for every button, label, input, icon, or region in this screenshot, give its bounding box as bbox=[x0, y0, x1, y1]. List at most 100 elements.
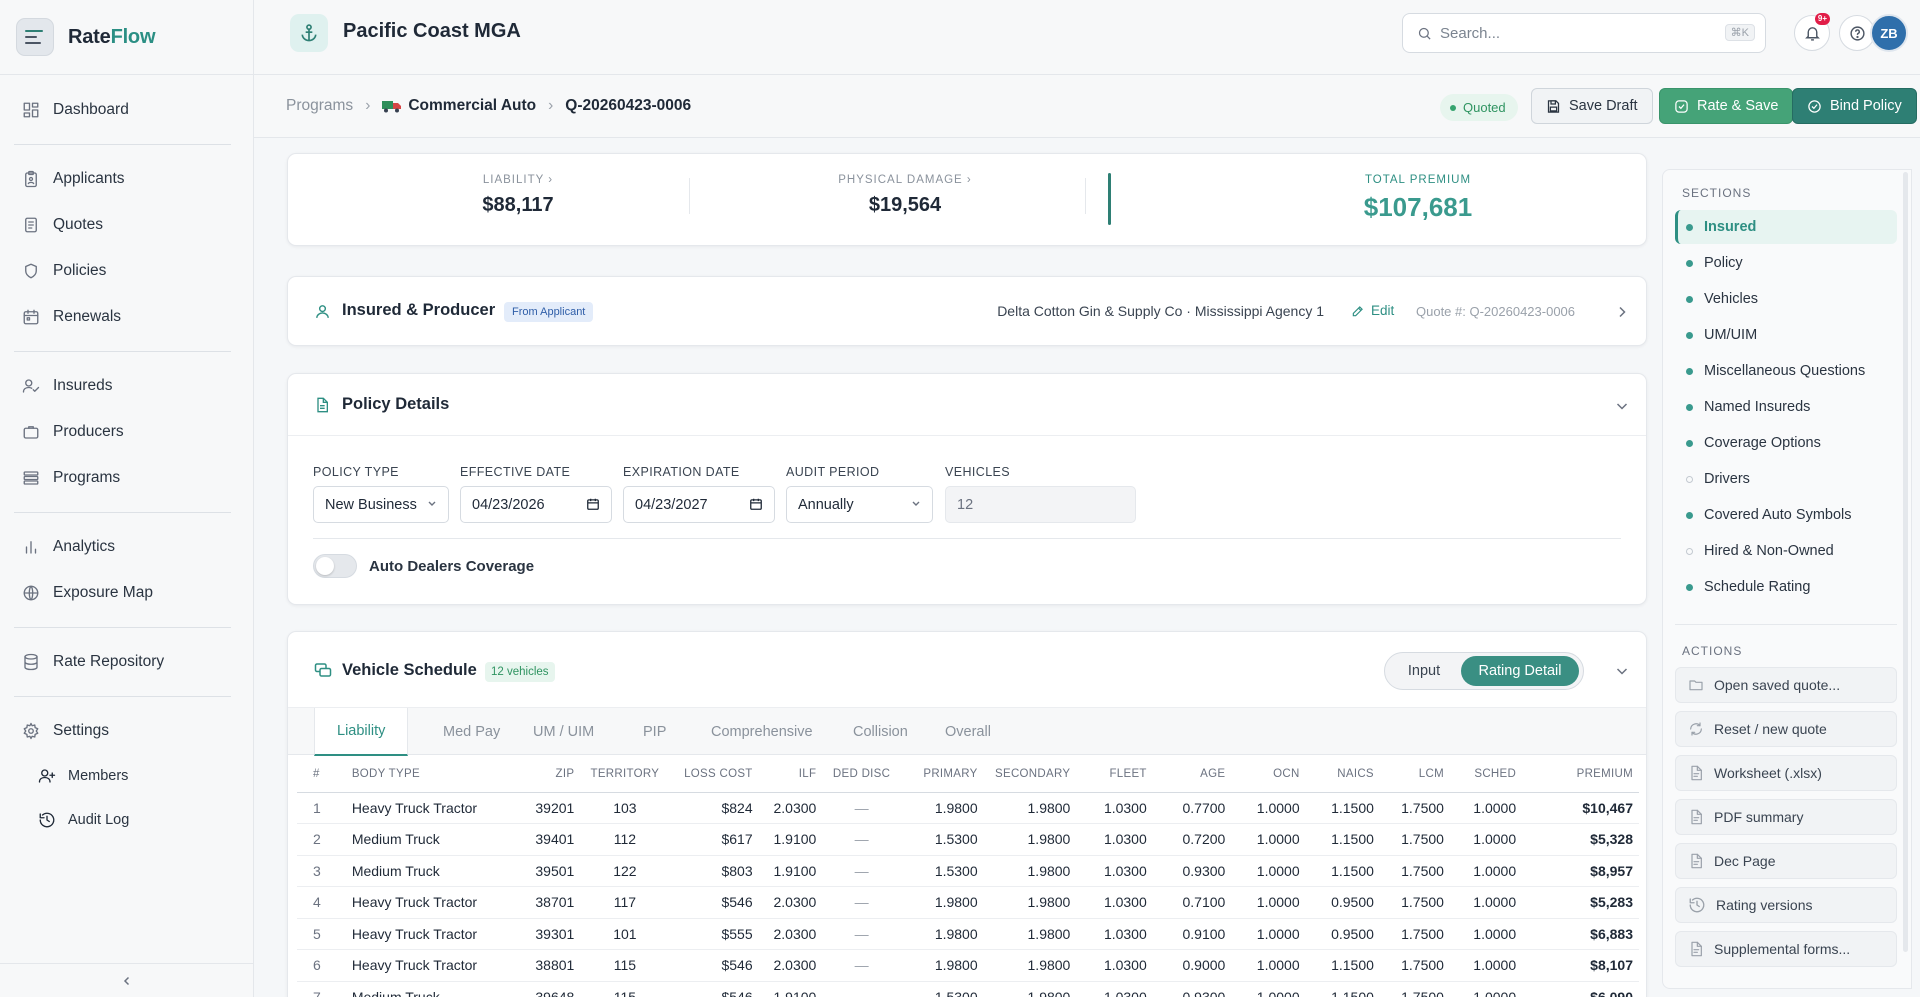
section-link-um-uim[interactable]: UM/UIM bbox=[1675, 318, 1897, 352]
sidebar-item-quotes[interactable]: Quotes bbox=[0, 202, 253, 248]
table-row[interactable]: 3 Medium Truck 39501 122 $803 1.9100—1.5300 1.… bbox=[297, 855, 1639, 887]
sidebar-item-producers[interactable]: Producers bbox=[0, 409, 253, 455]
sidebar-item-policies[interactable]: Policies bbox=[0, 248, 253, 294]
tab-overall[interactable]: Overall bbox=[945, 708, 991, 756]
tab-um-uim[interactable]: UM / UIM bbox=[533, 708, 594, 756]
panel-scrollbar[interactable] bbox=[1903, 172, 1908, 952]
cell-body-type: Medium Truck bbox=[345, 981, 527, 997]
tab-collision[interactable]: Collision bbox=[853, 708, 908, 756]
cell-ded-disc: — bbox=[822, 886, 901, 919]
help-icon bbox=[1849, 25, 1865, 41]
column-header-loss-cost[interactable]: LOSS COST bbox=[669, 756, 759, 793]
column-header-ocn[interactable]: OCN bbox=[1231, 756, 1306, 793]
tab-med-pay[interactable]: Med Pay bbox=[443, 708, 500, 756]
section-link-vehicles[interactable]: Vehicles bbox=[1675, 282, 1897, 316]
section-link-coverage-options[interactable]: Coverage Options bbox=[1675, 426, 1897, 460]
effective-date-input[interactable]: 04/23/2026 bbox=[460, 486, 612, 523]
column-header-naics[interactable]: NAICS bbox=[1305, 756, 1380, 793]
expiration-date-input[interactable]: 04/23/2027 bbox=[623, 486, 775, 523]
calendar-icon bbox=[21, 307, 41, 327]
sidebar-item-insureds[interactable]: Insureds bbox=[0, 363, 253, 409]
column-header-territory[interactable]: TERRITORY bbox=[580, 756, 670, 793]
bind-policy-button[interactable]: Bind Policy bbox=[1792, 88, 1917, 124]
section-link-drivers[interactable]: Drivers bbox=[1675, 462, 1897, 496]
sidebar-item-members[interactable]: Members bbox=[0, 754, 253, 798]
table-row[interactable]: 1 Heavy Truck Tractor 39201 103 $824 2.0300—1… bbox=[297, 792, 1639, 824]
column-header-ilf[interactable]: ILF bbox=[758, 756, 823, 793]
section-link-miscellaneous-questions[interactable]: Miscellaneous Questions bbox=[1675, 354, 1897, 388]
column-header-lcm[interactable]: LCM bbox=[1379, 756, 1450, 793]
action-worksheet-xlsx-button[interactable]: Worksheet (.xlsx) bbox=[1675, 755, 1897, 791]
breadcrumb-program[interactable]: Commercial Auto bbox=[382, 97, 536, 115]
status-dot-complete bbox=[1686, 259, 1693, 267]
notifications-button[interactable]: 9+ bbox=[1794, 13, 1830, 51]
action-rating-versions-button[interactable]: Rating versions bbox=[1675, 887, 1897, 923]
file-icon bbox=[1688, 853, 1704, 869]
save-draft-button[interactable]: Save Draft bbox=[1531, 88, 1653, 124]
cell-ilf: 2.0300 bbox=[758, 792, 823, 824]
breadcrumb-programs[interactable]: Programs bbox=[286, 97, 353, 115]
table-row[interactable]: 4 Heavy Truck Tractor 38701 117 $546 2.0300—1… bbox=[297, 886, 1639, 919]
section-link-policy[interactable]: Policy bbox=[1675, 246, 1897, 280]
column-header-zip[interactable]: ZIP bbox=[526, 756, 581, 793]
section-link-covered-auto-symbols[interactable]: Covered Auto Symbols bbox=[1675, 498, 1897, 532]
column-header-ded-disc[interactable]: DED DISC bbox=[822, 756, 901, 793]
action-open-saved-quote-button[interactable]: Open saved quote... bbox=[1675, 667, 1897, 703]
sidebar-item-exposure-map[interactable]: Exposure Map bbox=[0, 570, 253, 616]
cell-fleet: 1.0300 bbox=[1076, 949, 1153, 982]
edit-insured-button[interactable]: Edit bbox=[1351, 303, 1394, 318]
search-input[interactable] bbox=[1440, 24, 1710, 42]
policy-type-select[interactable]: New Business bbox=[313, 486, 449, 523]
action-dec-page-button[interactable]: Dec Page bbox=[1675, 843, 1897, 879]
view-rating-detail-option[interactable]: Rating Detail bbox=[1461, 656, 1579, 686]
section-link-named-insureds[interactable]: Named Insureds bbox=[1675, 390, 1897, 424]
menu-toggle-button[interactable] bbox=[16, 18, 54, 56]
sidebar-item-renewals[interactable]: Renewals bbox=[0, 294, 253, 340]
total-premium: TOTAL PREMIUM $107,681 bbox=[1288, 174, 1548, 223]
section-link-schedule-rating[interactable]: Schedule Rating bbox=[1675, 570, 1897, 604]
global-search[interactable]: ⌘K bbox=[1402, 13, 1766, 53]
action-pdf-summary-button[interactable]: PDF summary bbox=[1675, 799, 1897, 835]
section-link-insured[interactable]: Insured bbox=[1675, 210, 1897, 244]
table-row[interactable]: 7 Medium Truck 39648 115 $546 1.9100—1.5300 1.… bbox=[297, 981, 1639, 997]
tab-comprehensive[interactable]: Comprehensive bbox=[711, 708, 813, 756]
column-header-body-type[interactable]: BODY TYPE bbox=[345, 756, 527, 793]
view-input-option[interactable]: Input bbox=[1389, 656, 1459, 686]
column-header-fleet[interactable]: FLEET bbox=[1076, 756, 1153, 793]
column-header-age[interactable]: AGE bbox=[1152, 756, 1232, 793]
sidebar-item-applicants[interactable]: Applicants bbox=[0, 156, 253, 202]
table-row[interactable]: 5 Heavy Truck Tractor 39301 101 $555 2.0300—1… bbox=[297, 918, 1639, 950]
tab-liability[interactable]: Liability bbox=[314, 708, 409, 756]
section-link-hired-non-owned[interactable]: Hired & Non-Owned bbox=[1675, 534, 1897, 568]
table-row[interactable]: 6 Heavy Truck Tractor 38801 115 $546 2.0300—1… bbox=[297, 949, 1639, 982]
collapse-sidebar-button[interactable] bbox=[0, 963, 254, 997]
rate-save-button[interactable]: Rate & Save bbox=[1659, 88, 1794, 124]
insured-producer-card[interactable]: Insured & Producer From Applicant Delta … bbox=[287, 276, 1647, 346]
cell-ded-disc: — bbox=[822, 792, 901, 824]
policy-details-header[interactable]: Policy Details bbox=[288, 374, 1646, 436]
cell-naics: 1.1500 bbox=[1305, 792, 1380, 824]
sidebar-item-audit-log[interactable]: Audit Log bbox=[0, 798, 253, 842]
audit-period-select[interactable]: Annually bbox=[786, 486, 933, 523]
org-logo bbox=[290, 14, 328, 52]
auto-dealers-toggle[interactable] bbox=[313, 554, 357, 578]
action-supplemental-forms-button[interactable]: Supplemental forms... bbox=[1675, 931, 1897, 967]
tab-pip[interactable]: PIP bbox=[643, 708, 666, 756]
physical-damage-premium[interactable]: PHYSICAL DAMAGE › $19,564 bbox=[795, 174, 1015, 217]
avatar[interactable]: ZB bbox=[1870, 14, 1908, 52]
column-header-premium[interactable]: PREMIUM bbox=[1522, 756, 1639, 793]
sidebar-item-programs[interactable]: Programs bbox=[0, 455, 253, 501]
column-header-sched[interactable]: SCHED bbox=[1449, 756, 1523, 793]
sidebar-item-rate-repository[interactable]: Rate Repository bbox=[0, 639, 253, 685]
sidebar-item-dashboard[interactable]: Dashboard bbox=[0, 87, 253, 133]
table-row[interactable]: 2 Medium Truck 39401 112 $617 1.9100—1.5300 1.… bbox=[297, 823, 1639, 856]
column-header-primary[interactable]: PRIMARY bbox=[900, 756, 984, 793]
dashboard-icon bbox=[21, 100, 41, 120]
action-reset-new-quote-button[interactable]: Reset / new quote bbox=[1675, 711, 1897, 747]
column-header-secondary[interactable]: SECONDARY bbox=[983, 756, 1077, 793]
liability-premium[interactable]: LIABILITY › $88,117 bbox=[408, 174, 628, 217]
sidebar-item-settings[interactable]: Settings bbox=[0, 708, 253, 754]
column-header-index[interactable]: # bbox=[297, 756, 346, 793]
sidebar-item-analytics[interactable]: Analytics bbox=[0, 524, 253, 570]
sidebar-item-label: Producers bbox=[53, 423, 124, 440]
